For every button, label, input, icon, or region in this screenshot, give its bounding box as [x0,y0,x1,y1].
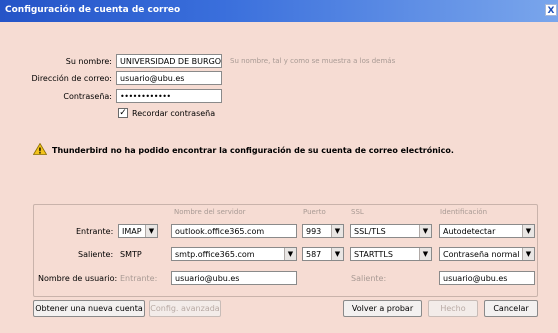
advanced-config-button: Config. avanzada [149,300,221,317]
incoming-protocol-value: IMAP [122,227,142,236]
incoming-auth-value: Autodetectar [443,227,496,236]
server-settings-group: Nombre del servidor Puerto SSL Identific… [33,204,538,297]
chevron-down-icon[interactable]: ▼ [284,248,296,260]
dialog-body: Su nombre: UNIVERSIDAD DE BURGOS Su nomb… [0,22,558,333]
name-input[interactable]: UNIVERSIDAD DE BURGOS [116,54,222,68]
header-auth: Identificación [440,208,488,216]
username-row-label: Nombre de usuario: [38,274,118,283]
header-port: Puerto [303,208,326,216]
chevron-down-icon[interactable]: ▼ [145,225,157,237]
header-server-name: Nombre del servidor [174,208,246,216]
done-button: Hecho [428,300,478,317]
remember-password-checkbox[interactable]: ✓ [118,108,128,118]
chevron-down-icon[interactable]: ▼ [331,225,343,237]
username-incoming-label: Entrante: [120,274,158,283]
username-outgoing-label: Saliente: [351,274,387,283]
cancel-button[interactable]: Cancelar [484,300,538,317]
outgoing-server-combo[interactable]: smtp.office365.com ▼ [171,247,297,261]
outgoing-port-combo[interactable]: 587 ▼ [302,247,344,261]
name-hint: Su nombre, tal y como se muestra a los d… [230,57,396,65]
header-ssl: SSL [351,208,364,216]
retest-button[interactable]: Volver a probar [343,300,422,317]
email-label: Dirección de correo: [31,74,112,83]
chevron-down-icon[interactable]: ▼ [331,248,343,260]
warning-message: Thunderbird no ha podido encontrar la co… [52,146,454,155]
outgoing-port-value: 587 [306,250,322,259]
password-label: Contraseña: [63,92,112,101]
warning-triangle-icon: ! [33,143,47,155]
outgoing-ssl-value: STARTTLS [354,250,393,259]
incoming-ssl-value: SSL/TLS [354,227,386,236]
outgoing-ssl-select[interactable]: STARTTLS ▼ [350,247,432,261]
chevron-down-icon[interactable]: ▼ [522,225,534,237]
incoming-server-input[interactable]: outlook.office365.com [171,224,297,238]
chevron-down-icon[interactable]: ▼ [419,248,431,260]
outgoing-auth-value: Contraseña normal [443,250,520,259]
chevron-down-icon[interactable]: ▼ [522,248,534,260]
close-button[interactable]: X [545,4,557,16]
window-titlebar: Configuración de cuenta de correo X [0,0,558,22]
email-input[interactable]: usuario@ubu.es [116,71,222,85]
warning-icon-glyph: ! [38,147,42,156]
incoming-protocol-select[interactable]: IMAP ▼ [118,224,158,238]
checkmark-icon: ✓ [119,108,127,118]
outgoing-auth-select[interactable]: Contraseña normal ▼ [439,247,535,261]
outgoing-row-label: Saliente: [78,250,114,259]
incoming-ssl-select[interactable]: SSL/TLS ▼ [350,224,432,238]
incoming-auth-select[interactable]: Autodetectar ▼ [439,224,535,238]
name-label: Su nombre: [65,57,112,66]
outgoing-protocol: SMTP [120,250,142,259]
password-input[interactable]: •••••••••••• [116,89,222,103]
outgoing-username-input[interactable]: usuario@ubu.es [439,271,535,285]
incoming-port-combo[interactable]: 993 ▼ [302,224,344,238]
outgoing-server-value: smtp.office365.com [175,250,255,259]
close-icon: X [547,6,555,16]
incoming-row-label: Entrante: [76,227,114,236]
chevron-down-icon[interactable]: ▼ [419,225,431,237]
new-account-button[interactable]: Obtener una nueva cuenta [33,300,145,317]
remember-password-label: Recordar contraseña [132,109,216,118]
window-title: Configuración de cuenta de correo [5,5,181,15]
incoming-port-value: 993 [306,227,322,236]
incoming-username-input[interactable]: usuario@ubu.es [171,271,297,285]
